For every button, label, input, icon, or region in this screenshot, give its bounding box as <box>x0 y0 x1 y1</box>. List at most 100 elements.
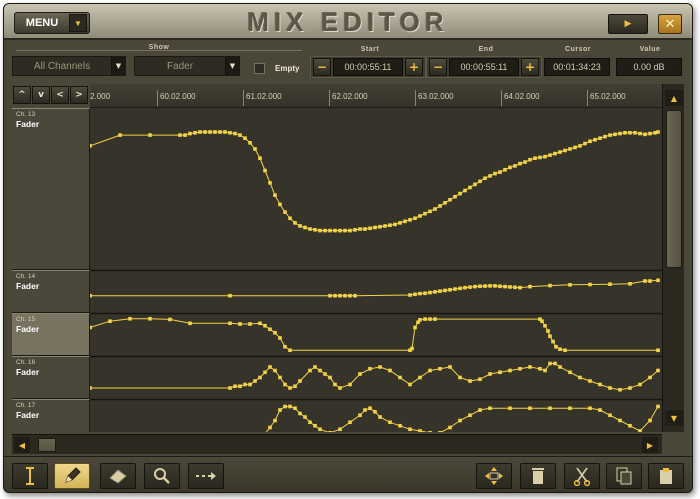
automation-point[interactable] <box>463 285 467 290</box>
automation-point[interactable] <box>283 382 287 387</box>
automation-point[interactable] <box>473 182 477 187</box>
automation-point[interactable] <box>358 413 362 418</box>
automation-point[interactable] <box>398 221 402 225</box>
automation-point[interactable] <box>553 151 557 156</box>
automation-point[interactable] <box>183 133 187 137</box>
automation-point[interactable] <box>268 181 272 185</box>
automation-point[interactable] <box>548 283 552 288</box>
automation-point[interactable] <box>608 133 612 137</box>
automation-point[interactable] <box>323 372 327 376</box>
automation-point[interactable] <box>643 279 647 283</box>
automation-point[interactable] <box>538 155 542 160</box>
automation-point[interactable] <box>458 191 462 196</box>
lane-header-ch16[interactable]: Ch. 16 Fader <box>12 356 90 399</box>
automation-point[interactable] <box>383 224 387 228</box>
automation-point[interactable] <box>548 153 552 157</box>
lane-header-ch17[interactable]: Ch. 17 Fader <box>12 399 90 432</box>
automation-point[interactable] <box>228 386 232 390</box>
text-cursor-tool[interactable] <box>12 463 48 489</box>
automation-point[interactable] <box>428 368 432 373</box>
automation-point[interactable] <box>378 365 382 369</box>
automation-point[interactable] <box>328 293 332 298</box>
automation-point[interactable] <box>90 293 92 298</box>
automation-point[interactable] <box>468 285 472 289</box>
automation-point[interactable] <box>293 221 297 225</box>
automation-lanes[interactable] <box>90 108 662 432</box>
automation-point[interactable] <box>118 133 122 137</box>
automation-point[interactable] <box>253 147 257 151</box>
automation-point[interactable] <box>608 413 612 418</box>
automation-point[interactable] <box>433 317 437 321</box>
automation-point[interactable] <box>318 368 322 373</box>
automation-point[interactable] <box>568 283 572 287</box>
automation-point[interactable] <box>273 193 277 197</box>
automation-point[interactable] <box>373 225 377 230</box>
automation-point[interactable] <box>543 154 547 159</box>
channel-filter-select[interactable]: All Channels ▼ <box>12 56 126 76</box>
lane-header-ch15[interactable]: Ch. 15 Fader <box>12 313 90 356</box>
automation-point[interactable] <box>503 167 507 172</box>
automation-point[interactable] <box>273 418 277 423</box>
automation-point[interactable] <box>288 404 292 409</box>
automation-point[interactable] <box>423 211 427 216</box>
automation-point[interactable] <box>508 285 512 289</box>
move-right-tool[interactable] <box>188 463 224 489</box>
automation-point[interactable] <box>90 325 92 330</box>
automation-point[interactable] <box>288 386 292 390</box>
automation-point[interactable] <box>623 130 627 135</box>
automation-point[interactable] <box>193 130 197 135</box>
cut-tool[interactable] <box>564 463 600 489</box>
automation-point[interactable] <box>228 293 232 298</box>
delete-tool[interactable] <box>520 463 556 489</box>
automation-point[interactable] <box>543 368 547 373</box>
automation-point[interactable] <box>498 170 502 174</box>
scroll-up-button[interactable]: ▲ <box>665 90 683 106</box>
automation-point[interactable] <box>273 368 277 373</box>
automation-point[interactable] <box>188 321 192 326</box>
automation-point[interactable] <box>656 130 660 134</box>
automation-point[interactable] <box>546 329 550 333</box>
automation-point[interactable] <box>643 132 647 137</box>
automation-point[interactable] <box>533 156 537 160</box>
automation-point[interactable] <box>328 228 332 233</box>
automation-point[interactable] <box>648 375 652 380</box>
automation-point[interactable] <box>648 418 652 423</box>
lane-header-ch13[interactable]: Ch. 13 Fader <box>12 108 90 270</box>
automation-point[interactable] <box>618 387 622 392</box>
automation-point[interactable] <box>233 384 237 389</box>
automation-point[interactable] <box>448 197 452 202</box>
automation-point[interactable] <box>313 423 317 428</box>
automation-point[interactable] <box>638 429 642 432</box>
end-minus-button[interactable]: − <box>429 58 447 76</box>
automation-point[interactable] <box>418 214 422 218</box>
automation-point[interactable] <box>628 386 632 390</box>
automation-point[interactable] <box>373 409 377 414</box>
scroll-down-button[interactable]: ▼ <box>665 410 683 426</box>
scroll-right-arrow-button[interactable]: ▶ <box>642 437 658 453</box>
automation-point[interactable] <box>248 382 252 387</box>
automation-point[interactable] <box>443 288 447 293</box>
automation-point[interactable] <box>503 284 507 289</box>
automation-point[interactable] <box>413 325 417 330</box>
automation-point[interactable] <box>368 226 372 231</box>
automation-point[interactable] <box>328 375 332 380</box>
automation-point[interactable] <box>428 317 432 321</box>
automation-point[interactable] <box>553 361 557 366</box>
automation-point[interactable] <box>278 202 282 207</box>
four-way-move-tool[interactable] <box>476 463 512 489</box>
automation-point[interactable] <box>656 348 660 353</box>
automation-point[interactable] <box>298 224 302 228</box>
automation-point[interactable] <box>278 375 282 380</box>
automation-point[interactable] <box>433 207 437 211</box>
automation-point[interactable] <box>408 218 412 222</box>
automation-point[interactable] <box>228 321 232 326</box>
automation-point[interactable] <box>338 386 342 390</box>
automation-point[interactable] <box>508 368 512 373</box>
automation-curve[interactable] <box>90 131 659 232</box>
automation-point[interactable] <box>563 148 567 153</box>
automation-point[interactable] <box>656 368 660 373</box>
automation-point[interactable] <box>563 348 567 353</box>
automation-point[interactable] <box>258 156 262 160</box>
automation-point[interactable] <box>323 228 327 233</box>
automation-point[interactable] <box>578 375 582 380</box>
